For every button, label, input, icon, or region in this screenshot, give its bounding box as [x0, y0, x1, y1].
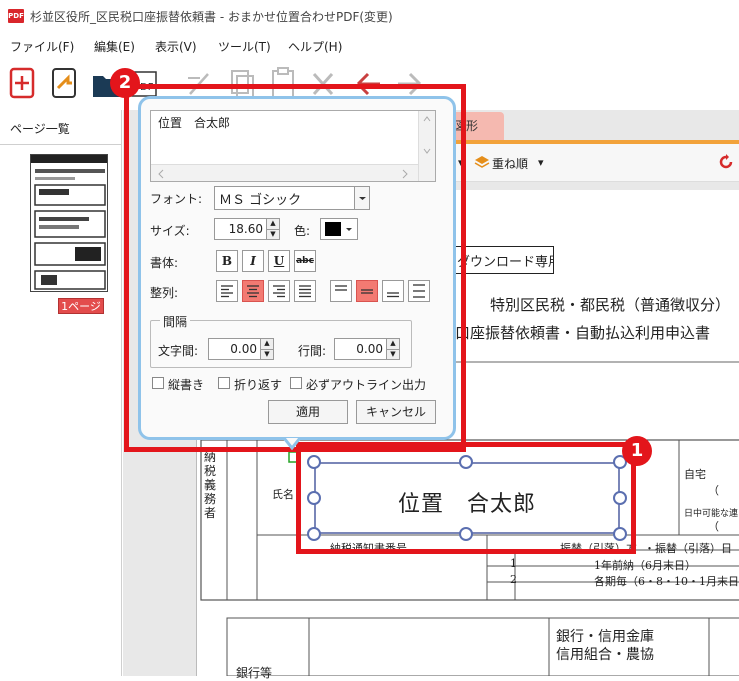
option-1-text: 1年前納（6月末日） [594, 559, 696, 572]
vertical-label[interactable]: 縦書き [168, 376, 204, 393]
order-label[interactable]: 重ね順 [492, 155, 528, 172]
layers-icon[interactable] [474, 154, 490, 173]
app-icon: PDF [8, 9, 24, 23]
wrap-label[interactable]: 折り返す [234, 376, 282, 393]
valign-middle-button[interactable] [356, 280, 378, 302]
valign-top-button[interactable] [330, 280, 352, 302]
font-value: ＭＳ ゴシック [219, 193, 302, 208]
menu-bar: ファイル(F) 編集(E) 表示(V) ツール(T) ヘルプ(H) [0, 36, 739, 58]
font-label: フォント: [150, 192, 203, 206]
taxpayer-vertical-label: 納税義務者 [204, 450, 217, 520]
color-label: 色: [294, 224, 311, 238]
cancel-button[interactable]: キャンセル [356, 400, 436, 424]
align-right-button[interactable] [268, 280, 290, 302]
new-icon[interactable] [6, 66, 40, 102]
option-2-text: 各期毎（6・8・10・1月末日） [594, 575, 739, 588]
page-thumbnail[interactable] [30, 154, 108, 292]
strikethrough-button[interactable]: abc [294, 250, 316, 272]
char-spacing-up-icon[interactable]: ▲ [260, 339, 273, 349]
line-spacing-value: 0.00 [356, 342, 383, 356]
open-icon[interactable] [48, 66, 82, 102]
menu-edit[interactable]: 編集(E) [94, 38, 135, 55]
bold-button[interactable]: B [216, 250, 238, 272]
dialog-pointer [282, 437, 302, 452]
align-justify-button[interactable] [294, 280, 316, 302]
line-spacing-input[interactable]: 0.00 ▲ ▼ [334, 338, 400, 360]
outline-checkbox[interactable] [290, 377, 302, 389]
menu-view[interactable]: 表示(V) [155, 38, 197, 55]
font-dropdown-icon[interactable] [354, 187, 369, 209]
page-label[interactable]: 1ページ [58, 298, 104, 314]
align-center-button[interactable] [242, 280, 264, 302]
paren-2: （ [708, 520, 719, 533]
menu-file[interactable]: ファイル(F) [10, 38, 74, 55]
transfer-date-label: ・振替（引落）日 [644, 542, 732, 555]
align-left-button[interactable] [216, 280, 238, 302]
bank-label-2: 信用組合・農協 [556, 647, 654, 663]
char-spacing-down-icon[interactable]: ▼ [260, 349, 273, 359]
char-spacing-value: 0.00 [230, 342, 257, 356]
option-2-num: 2 [510, 573, 517, 586]
char-spacing-input[interactable]: 0.00 ▲ ▼ [208, 338, 274, 360]
line-spacing-up-icon[interactable]: ▲ [386, 339, 399, 349]
size-down-icon[interactable]: ▼ [266, 229, 279, 239]
textarea-vscroll[interactable] [418, 111, 435, 181]
window-title: 杉並区役所_区民税口座振替依頼書 - おまかせ位置合わせPDF(変更) [30, 10, 393, 24]
home-phone-label: 自宅 [684, 468, 706, 481]
page-list-header: ページ一覧 [10, 122, 70, 136]
paren-1: （ [708, 484, 719, 497]
document-heading-1: 特別区民税・都民税（普通徴収分） [490, 296, 731, 314]
align-label: 整列: [150, 286, 179, 300]
highlight-frame-1 [296, 442, 636, 554]
menu-tools[interactable]: ツール(T) [218, 38, 271, 55]
char-spacing-label: 文字間: [158, 344, 199, 358]
textarea-hscroll[interactable] [151, 164, 418, 181]
wrap-checkbox[interactable] [218, 377, 230, 389]
callout-badge-1: 1 [622, 436, 652, 466]
line-spacing-label: 行間: [298, 344, 327, 358]
valign-distribute-button[interactable] [408, 280, 430, 302]
color-picker[interactable] [320, 218, 358, 240]
outline-label[interactable]: 必ずアウトライン出力 [306, 376, 426, 393]
italic-button[interactable]: I [242, 250, 264, 272]
document-heading-2: 口座振替依頼書・自動払込利用申込書 [455, 324, 711, 342]
bank-side-label: 銀行等 [236, 666, 273, 680]
apply-button[interactable]: 適用 [268, 400, 348, 424]
option-1-num: 1 [510, 557, 517, 570]
text-content-value[interactable]: 位置 合太郎 [158, 114, 230, 131]
size-up-icon[interactable]: ▲ [266, 219, 279, 229]
name-label: 氏名 [272, 488, 294, 501]
size-input[interactable]: 18.60 ▲ ▼ [214, 218, 280, 240]
style-label: 書体: [150, 256, 179, 270]
refresh-icon[interactable] [718, 153, 734, 174]
bank-label-1: 銀行・信用金庫 [556, 629, 654, 645]
pane-divider [0, 144, 122, 145]
menu-help[interactable]: ヘルプ(H) [288, 38, 342, 55]
font-select[interactable]: ＭＳ ゴシック [214, 186, 370, 210]
valign-bottom-button[interactable] [382, 280, 404, 302]
underline-button[interactable]: U [268, 250, 290, 272]
vertical-checkbox[interactable] [152, 377, 164, 389]
size-label: サイズ: [150, 224, 190, 238]
spacing-legend: 間隔 [160, 313, 191, 330]
order-dropdown-icon[interactable]: ▾ [538, 156, 544, 169]
callout-badge-2: 2 [110, 68, 140, 98]
line-spacing-down-icon[interactable]: ▼ [386, 349, 399, 359]
size-value: 18.60 [228, 222, 263, 236]
